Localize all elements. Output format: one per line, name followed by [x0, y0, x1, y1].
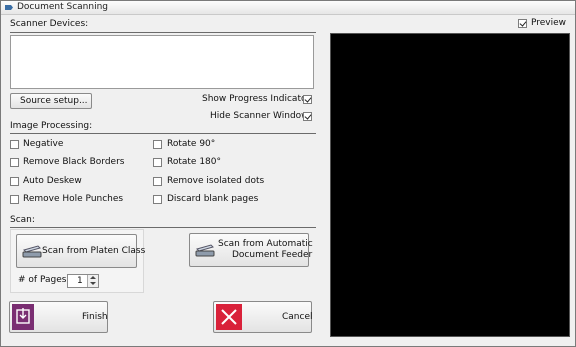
- cancel-icon: [216, 304, 242, 330]
- scan-adf-button[interactable]: Scan from Automatic Document Feeder: [189, 233, 313, 267]
- rotate-90-checkbox[interactable]: [153, 140, 162, 149]
- rotate-180-checkbox[interactable]: [153, 158, 162, 167]
- auto-deskew-checkbox[interactable]: [10, 177, 19, 186]
- increment-icon[interactable]: [90, 276, 96, 279]
- scan-adf-label-line1: Scan from Automatic: [218, 239, 313, 249]
- pages-spinner[interactable]: 1: [67, 274, 99, 288]
- scan-divider: [10, 227, 316, 228]
- scanner-feeder-icon: [195, 244, 215, 257]
- scan-adf-label-line2: Document Feeder: [232, 250, 313, 260]
- finish-icon: [12, 304, 34, 330]
- discard-blank-pages-label: Discard blank pages: [167, 194, 259, 204]
- remove-black-borders-checkbox[interactable]: [10, 158, 19, 167]
- source-setup-label: Source setup...: [20, 96, 88, 106]
- remove-hole-punches-checkbox[interactable]: [10, 195, 19, 204]
- scanner-devices-heading: Scanner Devices:: [10, 19, 89, 29]
- rotate-90-label: Rotate 90°: [167, 139, 216, 149]
- rotate-180-label: Rotate 180°: [167, 157, 222, 167]
- title-bar: Document Scanning: [1, 1, 575, 15]
- scanner-icon: [22, 245, 42, 258]
- remove-isolated-dots-checkbox[interactable]: [153, 177, 162, 186]
- show-progress-label: Show Progress Indicator: [202, 94, 311, 104]
- scan-platen-button[interactable]: Scan from Platen Class: [16, 234, 145, 268]
- scanner-divider: [10, 32, 316, 33]
- finish-label: Finish: [82, 312, 108, 322]
- document-scanning-window: Document Scanning Scanner Devices: Sourc…: [0, 0, 576, 347]
- discard-blank-pages-checkbox[interactable]: [153, 195, 162, 204]
- cancel-label: Cancel: [282, 312, 313, 322]
- scan-heading: Scan:: [10, 215, 35, 225]
- hide-scanner-window-checkbox[interactable]: [303, 112, 312, 121]
- cancel-button[interactable]: Cancel: [213, 301, 313, 333]
- hide-scanner-window-label: Hide Scanner Window: [210, 111, 309, 121]
- pages-label: # of Pages: [18, 275, 67, 285]
- preview-pane: [330, 33, 570, 337]
- spinner-arrows[interactable]: [87, 275, 98, 287]
- remove-isolated-dots-label: Remove isolated dots: [167, 176, 265, 186]
- source-setup-button[interactable]: Source setup...: [10, 93, 92, 109]
- decrement-icon[interactable]: [90, 282, 96, 285]
- finish-button[interactable]: Finish: [9, 301, 108, 333]
- remove-hole-punches-label: Remove Hole Punches: [23, 194, 124, 204]
- show-progress-checkbox[interactable]: [303, 95, 312, 104]
- image-processing-divider: [10, 133, 316, 134]
- preview-label: Preview: [531, 18, 567, 28]
- negative-checkbox[interactable]: [10, 140, 19, 149]
- preview-checkbox[interactable]: [518, 19, 527, 28]
- app-icon: [5, 5, 13, 10]
- pages-value: 1: [77, 276, 83, 286]
- scanner-devices-list[interactable]: [10, 35, 314, 89]
- remove-black-borders-label: Remove Black Borders: [23, 157, 125, 167]
- negative-label: Negative: [23, 139, 64, 149]
- image-processing-heading: Image Processing:: [10, 121, 93, 131]
- auto-deskew-label: Auto Deskew: [23, 176, 82, 186]
- scan-platen-label: Scan from Platen Class: [42, 246, 146, 256]
- window-title: Document Scanning: [17, 2, 108, 12]
